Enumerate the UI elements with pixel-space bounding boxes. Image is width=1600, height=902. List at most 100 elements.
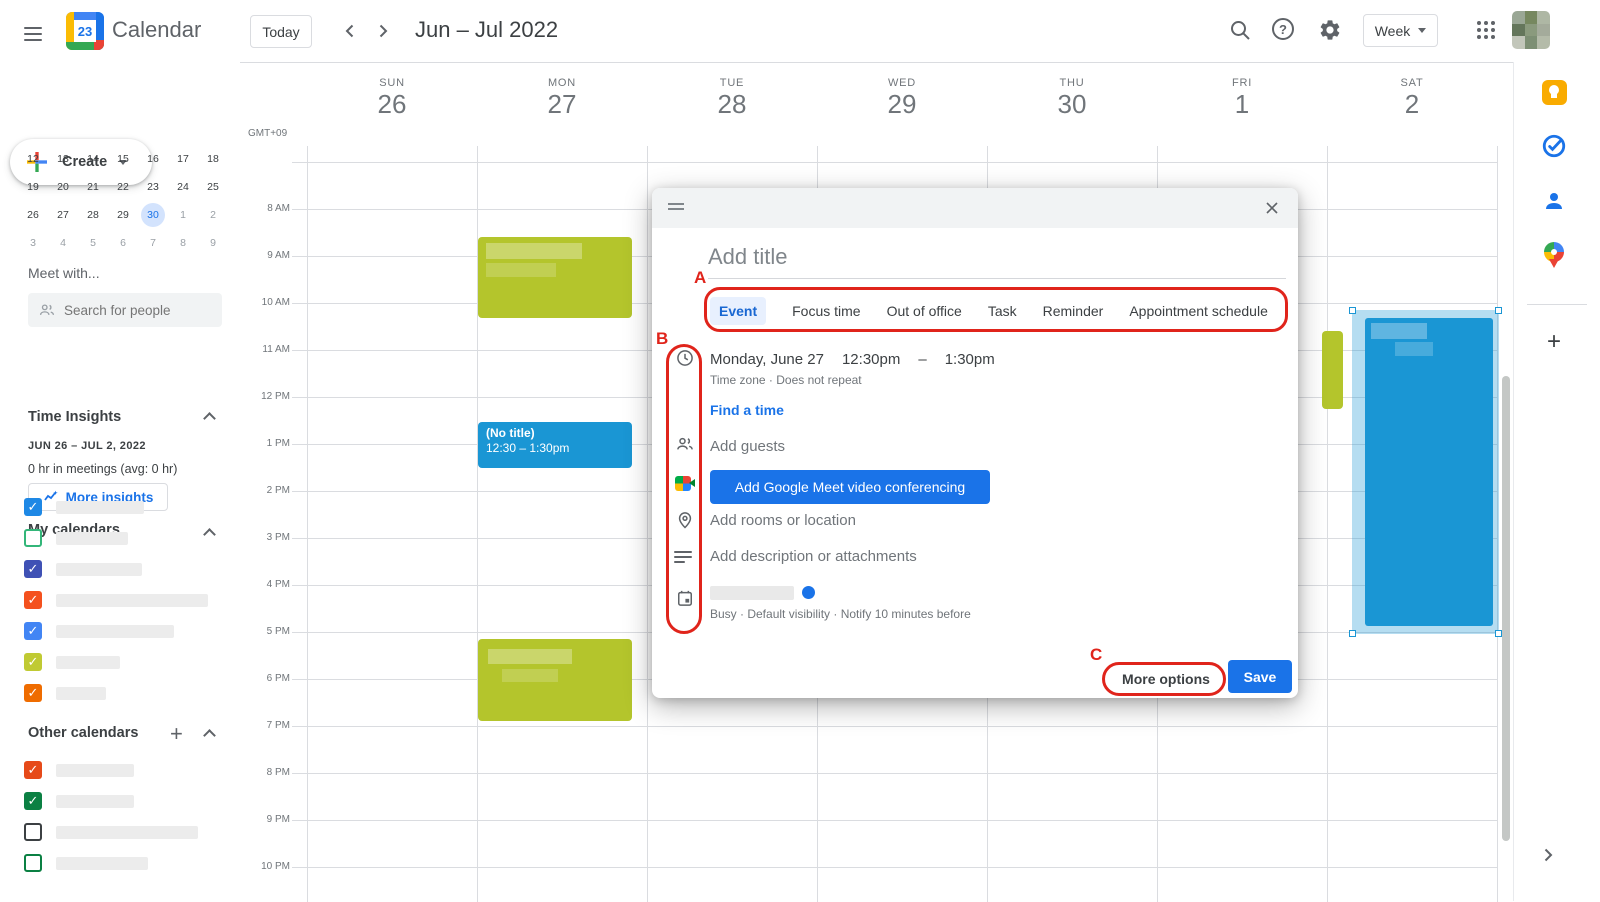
mini-day[interactable]: 4 (48, 229, 78, 257)
tab-appointment-schedule[interactable]: Appointment schedule (1129, 303, 1268, 319)
keep-icon[interactable] (1540, 78, 1568, 106)
my-calendar-item[interactable] (24, 527, 128, 549)
resize-handle[interactable] (1495, 630, 1502, 637)
resize-handle[interactable] (1495, 307, 1502, 314)
previous-week-icon[interactable] (338, 19, 362, 48)
mini-day[interactable]: 27 (48, 201, 78, 229)
collapse-my-calendars-icon[interactable] (203, 528, 216, 541)
calendar-checkbox[interactable]: ✓ (24, 792, 42, 810)
vertical-scrollbar[interactable] (1502, 376, 1510, 841)
mini-day[interactable]: 9 (198, 229, 228, 257)
search-people-input[interactable] (64, 303, 204, 318)
mini-day[interactable]: 16 (138, 145, 168, 173)
hide-panel-chevron-icon[interactable] (1536, 843, 1560, 872)
mini-day[interactable]: 13 (48, 145, 78, 173)
dialog-drag-bar[interactable] (652, 188, 1298, 228)
calendar-checkbox[interactable] (24, 823, 42, 841)
drag-handle-icon[interactable] (668, 203, 684, 210)
add-guests-field[interactable]: Add guests (710, 438, 785, 455)
other-calendar-item[interactable]: ✓ (24, 759, 134, 781)
google-apps-icon[interactable] (1477, 21, 1495, 39)
mini-day[interactable]: 21 (78, 173, 108, 201)
mini-day[interactable]: 24 (168, 173, 198, 201)
resize-handle[interactable] (1349, 307, 1356, 314)
day-header-sat[interactable]: SAT 2 (1327, 77, 1497, 120)
my-calendar-item[interactable]: ✓ (24, 620, 174, 642)
my-calendar-item[interactable]: ✓ (24, 589, 208, 611)
mini-day[interactable]: 7 (138, 229, 168, 257)
day-header-thu[interactable]: THU 30 (987, 77, 1157, 120)
user-avatar[interactable] (1512, 11, 1550, 49)
mini-day[interactable]: 14 (78, 145, 108, 173)
other-calendar-item[interactable] (24, 852, 148, 874)
add-other-calendars-icon[interactable]: + (170, 721, 183, 747)
my-calendar-item[interactable]: ✓ (24, 558, 142, 580)
add-meet-button[interactable]: Add Google Meet video conferencing (710, 470, 990, 504)
mini-day[interactable]: 26 (18, 201, 48, 229)
tab-out-of-office[interactable]: Out of office (887, 303, 962, 319)
mini-day[interactable]: 1 (168, 201, 198, 229)
collapse-other-calendars-icon[interactable] (203, 729, 216, 742)
save-button[interactable]: Save (1228, 660, 1292, 693)
more-options-button[interactable]: More options (1110, 667, 1222, 691)
day-header-fri[interactable]: FRI 1 (1157, 77, 1327, 120)
monday-evening-event[interactable] (478, 639, 632, 721)
mini-day[interactable]: 18 (198, 145, 228, 173)
collapse-time-insights-icon[interactable] (203, 412, 216, 425)
add-location-field[interactable]: Add rooms or location (710, 512, 856, 529)
maps-icon[interactable] (1540, 241, 1568, 269)
mini-day[interactable]: 2 (198, 201, 228, 229)
other-calendar-item[interactable] (24, 821, 198, 843)
mini-day[interactable]: 3 (18, 229, 48, 257)
my-calendar-item[interactable]: ✓ (24, 496, 144, 518)
saturday-event[interactable] (1365, 318, 1493, 626)
mini-day[interactable]: 29 (108, 201, 138, 229)
mini-day[interactable]: 8 (168, 229, 198, 257)
today-button[interactable]: Today (250, 15, 312, 48)
calendar-checkbox[interactable]: ✓ (24, 622, 42, 640)
search-people-box[interactable] (28, 293, 222, 327)
calendar-checkbox[interactable] (24, 529, 42, 547)
calendar-logo[interactable]: 23 (66, 12, 104, 50)
add-description-field[interactable]: Add description or attachments (710, 548, 917, 565)
resize-handle[interactable] (1349, 630, 1356, 637)
mini-day[interactable]: 5 (78, 229, 108, 257)
calendar-checkbox[interactable]: ✓ (24, 684, 42, 702)
calendar-checkbox[interactable]: ✓ (24, 761, 42, 779)
main-menu-icon[interactable] (24, 23, 42, 45)
event-datetime-row[interactable]: Monday, June 27 12:30pm – 1:30pm (710, 351, 995, 368)
tab-reminder[interactable]: Reminder (1043, 303, 1104, 319)
mini-day[interactable]: 17 (168, 145, 198, 173)
monday-untitled-event[interactable]: (No title) 12:30 – 1:30pm (478, 422, 632, 468)
monday-morning-event[interactable] (478, 237, 632, 318)
mini-day[interactable]: 15 (108, 145, 138, 173)
day-header-wed[interactable]: WED 29 (817, 77, 987, 120)
mini-day[interactable]: 23 (138, 173, 168, 201)
day-header-mon[interactable]: MON 27 (477, 77, 647, 120)
mini-day[interactable]: 19 (18, 173, 48, 201)
mini-day[interactable]: 22 (108, 173, 138, 201)
saturday-event-selection[interactable] (1352, 310, 1499, 634)
calendar-checkbox[interactable]: ✓ (24, 498, 42, 516)
tab-focus-time[interactable]: Focus time (792, 303, 860, 319)
tasks-icon[interactable] (1540, 132, 1568, 160)
day-header-tue[interactable]: TUE 28 (647, 77, 817, 120)
mini-day-selected[interactable]: 30 (138, 201, 168, 229)
other-calendar-item[interactable]: ✓ (24, 790, 134, 812)
search-icon[interactable] (1228, 18, 1252, 47)
mini-day[interactable]: 28 (78, 201, 108, 229)
contacts-icon[interactable] (1540, 187, 1568, 215)
view-selector-week[interactable]: Week (1363, 14, 1438, 47)
help-icon[interactable]: ? (1272, 18, 1294, 40)
close-icon[interactable] (1262, 198, 1282, 223)
mini-day[interactable]: 12 (18, 145, 48, 173)
tab-event[interactable]: Event (710, 297, 766, 325)
calendar-checkbox[interactable]: ✓ (24, 560, 42, 578)
mini-day[interactable]: 20 (48, 173, 78, 201)
calendar-checkbox[interactable]: ✓ (24, 591, 42, 609)
event-title-input[interactable] (708, 240, 1286, 279)
get-addons-icon[interactable]: + (1540, 328, 1568, 356)
next-week-icon[interactable] (371, 19, 395, 48)
day-header-sun[interactable]: SUN 26 (307, 77, 477, 120)
mini-day[interactable]: 25 (198, 173, 228, 201)
